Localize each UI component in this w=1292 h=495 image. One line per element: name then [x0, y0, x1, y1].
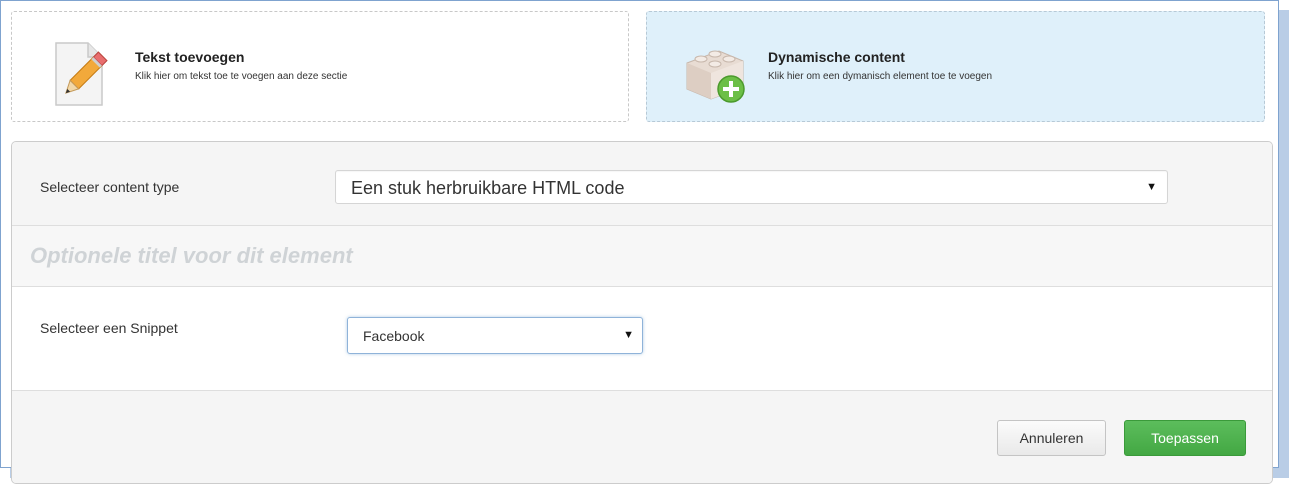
dynamic-content-description: Klik hier om een dymanisch element toe t… — [768, 71, 993, 82]
content-type-value: Een stuk herbruikbare HTML code — [351, 178, 625, 198]
form-footer: Annuleren Toepassen — [12, 391, 1272, 483]
snippet-select[interactable]: Facebook ▼ — [347, 317, 643, 354]
content-type-label: Selecteer content type — [40, 179, 180, 195]
snippet-label: Selecteer een Snippet — [40, 320, 178, 336]
add-text-title: Tekst toevoegen — [135, 49, 245, 65]
content-type-row: Selecteer content type Een stuk herbruik… — [12, 142, 1272, 226]
content-dialog: Tekst toevoegen Klik hier om tekst toe t… — [0, 0, 1279, 484]
snippet-row: Selecteer een Snippet Facebook ▼ — [12, 287, 1272, 391]
chevron-down-icon: ▼ — [1146, 181, 1157, 193]
lego-block-add-icon — [686, 50, 745, 103]
add-text-option[interactable]: Tekst toevoegen Klik hier om tekst toe t… — [11, 11, 629, 122]
dynamic-content-title: Dynamische content — [768, 49, 905, 65]
content-type-select[interactable]: Een stuk herbruikbare HTML code ▼ — [335, 170, 1168, 204]
dynamic-content-option[interactable]: Dynamische content Klik hier om een dyma… — [646, 11, 1265, 122]
chevron-down-icon: ▼ — [623, 329, 634, 341]
title-row — [12, 226, 1272, 287]
add-text-description: Klik hier om tekst toe te voegen aan dez… — [135, 71, 348, 82]
dynamic-content-form: Selecteer content type Een stuk herbruik… — [11, 141, 1273, 484]
element-title-input[interactable] — [12, 226, 1272, 286]
pencil-document-icon — [55, 42, 108, 106]
cancel-button[interactable]: Annuleren — [997, 420, 1106, 456]
snippet-value: Facebook — [363, 328, 425, 344]
apply-button[interactable]: Toepassen — [1124, 420, 1246, 456]
